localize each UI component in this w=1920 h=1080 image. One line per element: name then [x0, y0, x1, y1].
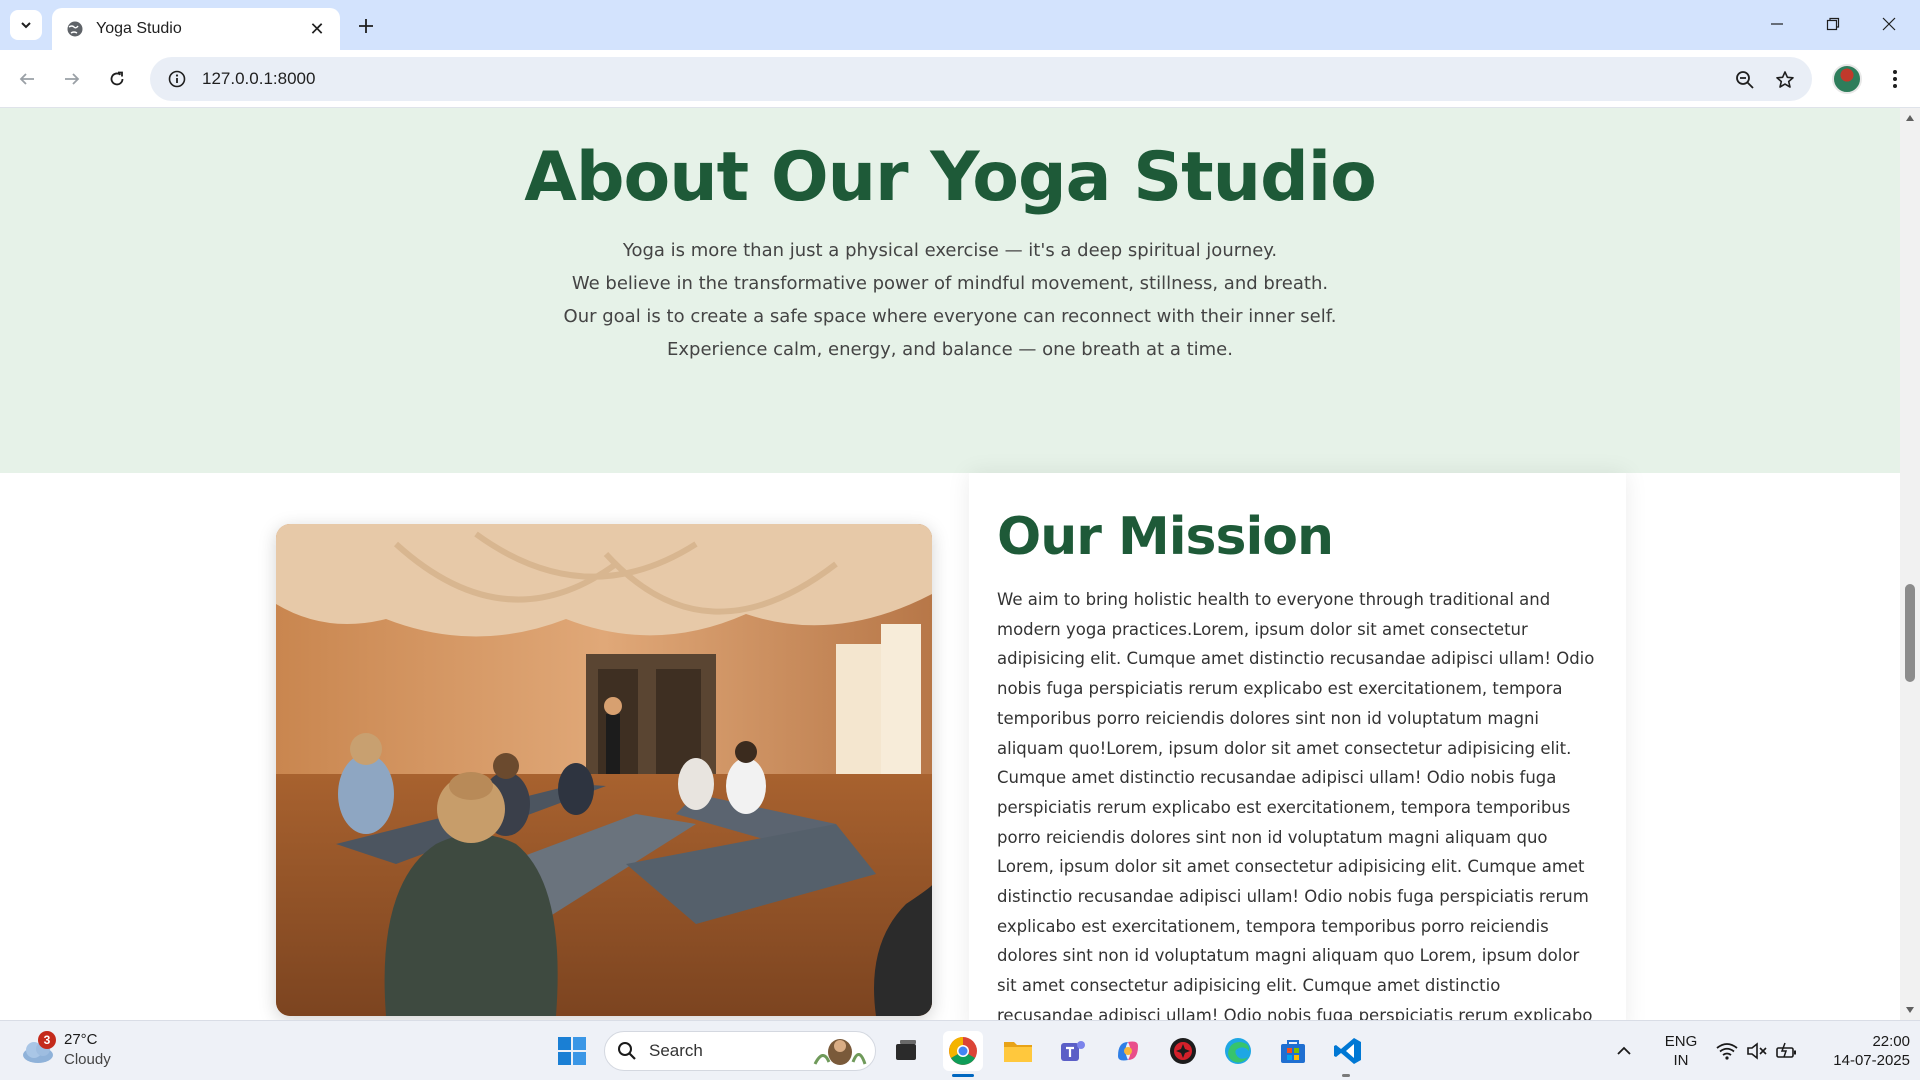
- reload-button[interactable]: [100, 62, 134, 96]
- plus-icon: [359, 19, 373, 33]
- folder-icon: [1004, 1042, 1032, 1062]
- teams-button[interactable]: [1053, 1031, 1093, 1071]
- arrow-right-icon: [65, 73, 80, 85]
- about-title: About Our Yoga Studio: [524, 138, 1377, 217]
- edge-button[interactable]: [1218, 1031, 1258, 1071]
- about-line: Yoga is more than just a physical exerci…: [622, 240, 1278, 261]
- active-app-indicator: [952, 1074, 974, 1077]
- tray-overflow-button[interactable]: [1612, 1031, 1636, 1071]
- tab-strip: Yoga Studio ✕: [0, 0, 1920, 50]
- about-line: Our goal is to create a safe space where…: [563, 306, 1337, 327]
- vscode-icon: [1334, 1038, 1361, 1064]
- battery-icon[interactable]: [1774, 1031, 1800, 1071]
- mission-title: Our Mission: [997, 507, 1334, 567]
- cloud-icon: 3: [20, 1031, 56, 1065]
- close-window-button[interactable]: [1866, 6, 1912, 42]
- taskbar-search[interactable]: Search: [604, 1031, 876, 1071]
- task-view-icon: [896, 1040, 916, 1060]
- about-line: Experience calm, energy, and balance — o…: [667, 339, 1233, 360]
- app-red-button[interactable]: [1163, 1031, 1203, 1071]
- windows-start-button[interactable]: [552, 1031, 592, 1071]
- chrome-icon: [949, 1037, 977, 1065]
- globe-icon: [66, 20, 84, 38]
- scroll-down-icon[interactable]: [1904, 1004, 1916, 1016]
- site-info-icon[interactable]: [164, 66, 190, 92]
- teams-icon: [1061, 1041, 1085, 1061]
- weather-temp: 27°C: [64, 1031, 98, 1048]
- windows-logo-icon: [558, 1037, 586, 1065]
- new-tab-button[interactable]: [352, 12, 380, 40]
- restore-button[interactable]: [1810, 6, 1856, 42]
- minimize-icon: [1771, 23, 1783, 25]
- arrow-left-icon: [19, 73, 34, 85]
- clock-date: 14-07-2025: [1833, 1052, 1910, 1069]
- mission-card: Our Mission We aim to bring holistic hea…: [969, 473, 1626, 1020]
- tab-search-button[interactable]: [10, 10, 42, 40]
- profile-avatar[interactable]: [1832, 64, 1862, 94]
- volume-muted-icon[interactable]: [1744, 1031, 1770, 1071]
- copilot-button[interactable]: [1108, 1031, 1148, 1071]
- scroll-up-icon[interactable]: [1904, 112, 1916, 124]
- weather-badge: 3: [38, 1031, 56, 1049]
- store-icon: [1281, 1040, 1305, 1063]
- about-description: Yoga is more than just a physical exerci…: [0, 234, 1900, 366]
- more-vertical-icon: [1893, 70, 1897, 88]
- restore-icon: [1826, 17, 1840, 31]
- url-text[interactable]: 127.0.0.1:8000: [202, 69, 315, 89]
- vscode-button[interactable]: [1328, 1031, 1368, 1071]
- tab-title: Yoga Studio: [96, 20, 182, 37]
- back-button[interactable]: [10, 62, 44, 96]
- task-view-button[interactable]: [886, 1031, 926, 1071]
- clock-time: 22:00: [1872, 1033, 1910, 1050]
- scroll-thumb[interactable]: [1905, 584, 1915, 682]
- running-app-indicator: [1342, 1074, 1350, 1077]
- about-line: We believe in the transformative power o…: [571, 273, 1329, 294]
- copilot-icon: [1118, 1041, 1138, 1061]
- page-scrollbar[interactable]: [1900, 108, 1920, 1020]
- about-section: About Our Yoga Studio Yoga is more than …: [0, 108, 1900, 473]
- search-icon: [618, 1042, 636, 1060]
- minimize-button[interactable]: [1754, 6, 1800, 42]
- browser-menu-button[interactable]: [1880, 64, 1910, 94]
- address-bar[interactable]: 127.0.0.1:8000: [150, 57, 1812, 101]
- edge-icon: [1225, 1038, 1251, 1064]
- chevron-down-icon: [21, 22, 31, 29]
- file-explorer-button[interactable]: [998, 1031, 1038, 1071]
- language-indicator[interactable]: ENG IN: [1660, 1032, 1702, 1070]
- forward-button[interactable]: [55, 62, 89, 96]
- chrome-taskbar-button[interactable]: [943, 1031, 983, 1071]
- browser-toolbar: 127.0.0.1:8000: [0, 50, 1920, 108]
- app-red-icon: [1170, 1038, 1196, 1064]
- wifi-icon[interactable]: [1714, 1031, 1740, 1071]
- search-highlight-image: [813, 1039, 867, 1065]
- taskbar: 3 27°C Cloudy Search ENG IN 22:00 14-07-…: [0, 1020, 1920, 1080]
- page-viewport: About Our Yoga Studio Yoga is more than …: [0, 108, 1920, 1020]
- search-label: Search: [649, 1041, 703, 1060]
- region-code: IN: [1673, 1052, 1689, 1069]
- yoga-class-photo: [276, 524, 932, 1016]
- close-icon: [1882, 17, 1896, 31]
- weather-desc: Cloudy: [64, 1051, 111, 1068]
- mission-text: We aim to bring holistic health to every…: [997, 590, 1595, 1020]
- chevron-up-icon: [1617, 1046, 1631, 1055]
- close-tab-icon[interactable]: ✕: [306, 18, 328, 40]
- zoom-icon[interactable]: [1730, 65, 1760, 95]
- clock[interactable]: 22:00 14-07-2025: [1810, 1032, 1910, 1070]
- reload-icon: [110, 71, 124, 86]
- store-button[interactable]: [1273, 1031, 1313, 1071]
- language-code: ENG: [1664, 1033, 1698, 1050]
- bookmark-star-icon[interactable]: [1770, 65, 1800, 95]
- active-tab[interactable]: Yoga Studio ✕: [52, 8, 340, 50]
- weather-widget[interactable]: 3 27°C Cloudy: [20, 1030, 111, 1070]
